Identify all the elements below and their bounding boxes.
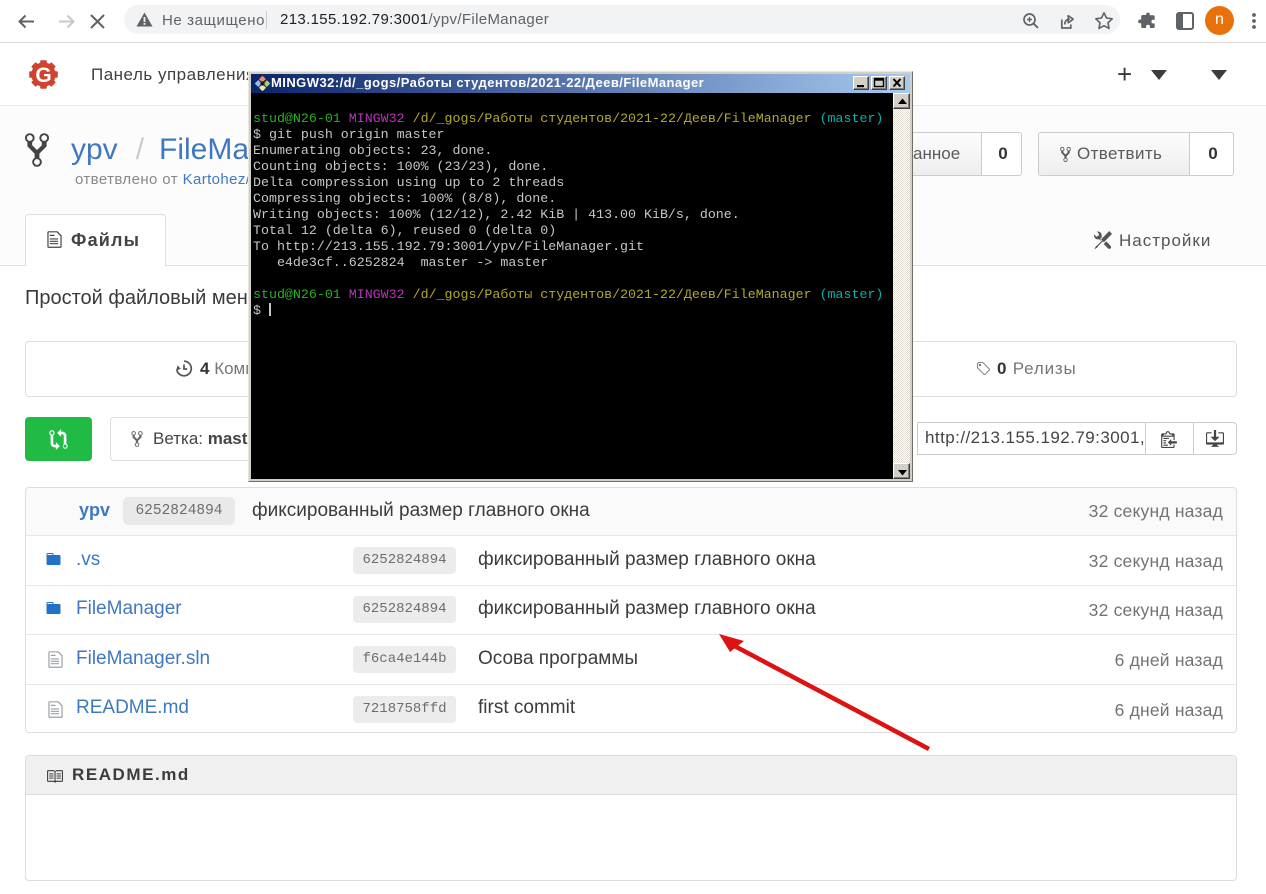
svg-text:G: G xyxy=(35,64,51,87)
